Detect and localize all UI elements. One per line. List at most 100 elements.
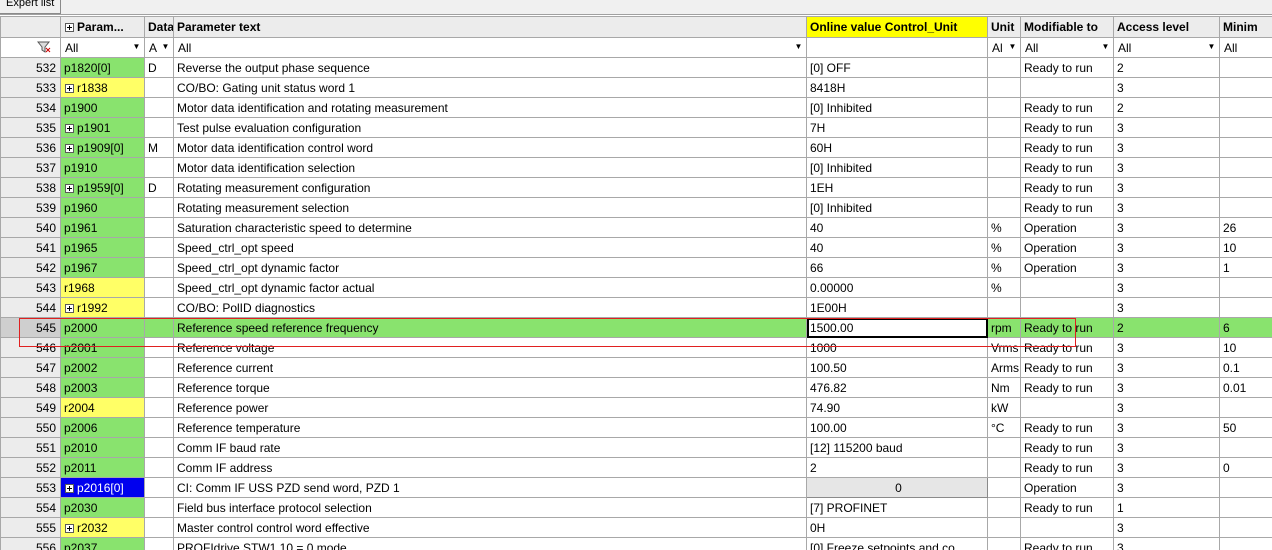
online-value[interactable]: 0H <box>806 517 988 538</box>
param-number[interactable]: p1959[0] <box>60 177 145 198</box>
table-row[interactable]: 555 r2032 Master control control word effe… <box>0 517 1272 538</box>
filter-minimum[interactable]: All <box>1219 37 1272 58</box>
expand-all-icon[interactable] <box>65 23 74 32</box>
online-value[interactable]: [0] Inhibited <box>806 97 988 118</box>
online-value[interactable]: 40 <box>806 217 988 238</box>
expand-icon[interactable] <box>65 483 74 493</box>
online-value[interactable]: 60H <box>806 137 988 158</box>
expand-icon[interactable] <box>65 303 74 313</box>
table-row[interactable]: 548 p2003 Reference torque 476.82 Nm Ready to… <box>0 377 1272 398</box>
table-row[interactable]: 542 p1967 Speed_ctrl_opt dynamic factor 66%… <box>0 257 1272 278</box>
param-number[interactable]: p2002 <box>60 357 145 378</box>
table-row[interactable]: 537 p1910 Motor data identification select… <box>0 157 1272 178</box>
table-row[interactable]: 546 p2001 Reference voltage 1000 Vrms Ready t… <box>0 337 1272 358</box>
online-value[interactable]: 1E00H <box>806 297 988 318</box>
online-value[interactable]: 2 <box>806 457 988 478</box>
online-value[interactable]: 8418H <box>806 77 988 98</box>
online-value[interactable]: 40 <box>806 237 988 258</box>
table-row[interactable]: 536 p1909[0] M Motor data identification co… <box>0 137 1272 158</box>
param-number[interactable]: p1965 <box>60 237 145 258</box>
online-value[interactable]: 476.82 <box>806 377 988 398</box>
online-value[interactable]: 100.50 <box>806 357 988 378</box>
online-value[interactable]: [7] PROFINET <box>806 497 988 518</box>
expand-icon[interactable] <box>65 523 74 533</box>
tab-expert-list[interactable]: Expert list <box>0 0 62 14</box>
filter-online-value[interactable] <box>806 37 988 58</box>
filter-data[interactable]: A ▼ <box>144 37 174 58</box>
online-value[interactable]: [0] Inhibited <box>806 197 988 218</box>
table-row[interactable]: 551 p2010 Comm IF baud rate [12] 115200 bau… <box>0 437 1272 458</box>
param-number[interactable]: p2001 <box>60 337 145 358</box>
filter-text[interactable]: All ▼ <box>173 37 807 58</box>
expand-icon[interactable] <box>65 143 74 153</box>
header-param[interactable]: Param... <box>60 16 145 38</box>
param-number[interactable]: r2004 <box>60 397 145 418</box>
table-row[interactable]: 547 p2002 Reference current 100.50 Arms Ready… <box>0 357 1272 378</box>
online-value[interactable]: [0] Freeze setpoints and co <box>806 537 988 550</box>
param-number[interactable]: p2006 <box>60 417 145 438</box>
param-number[interactable]: p1909[0] <box>60 137 145 158</box>
param-number[interactable]: r1968 <box>60 277 145 298</box>
table-row[interactable]: 554 p2030 Field bus interface protocol sel… <box>0 497 1272 518</box>
online-value[interactable]: [0] Inhibited <box>806 157 988 178</box>
param-number[interactable]: p2003 <box>60 377 145 398</box>
param-number[interactable]: r1838 <box>60 77 145 98</box>
chevron-down-icon[interactable]: ▼ <box>1206 41 1217 54</box>
param-number[interactable]: p1967 <box>60 257 145 278</box>
param-number[interactable]: p1960 <box>60 197 145 218</box>
header-online-value[interactable]: Online value Control_Unit <box>806 16 988 38</box>
table-row[interactable]: 549 r2004 Reference power 74.90 kW 3 <box>0 397 1272 418</box>
filter-clear-cell[interactable] <box>0 37 61 58</box>
param-number[interactable]: p2011 <box>60 457 145 478</box>
header-minimum[interactable]: Minim <box>1219 16 1272 38</box>
chevron-down-icon[interactable]: ▼ <box>793 41 804 54</box>
param-number[interactable]: p2000 <box>60 317 145 338</box>
param-number[interactable]: p1820[0] <box>60 57 145 78</box>
param-number[interactable]: r1992 <box>60 297 145 318</box>
online-value[interactable]: 7H <box>806 117 988 138</box>
online-value[interactable]: 1000 <box>806 337 988 358</box>
chevron-down-icon[interactable]: ▼ <box>160 41 171 54</box>
table-row[interactable]: 539 p1960 Rotating measurement selection [0… <box>0 197 1272 218</box>
param-number[interactable]: r2032 <box>60 517 145 538</box>
online-value[interactable]: 0.00000 <box>806 277 988 298</box>
table-row[interactable]: 552 p2011 Comm IF address 2 Ready to run 3 0 <box>0 457 1272 478</box>
param-number[interactable]: p2010 <box>60 437 145 458</box>
online-value[interactable]: 1500.00 <box>806 317 988 338</box>
param-number[interactable]: p2016[0] <box>60 477 145 498</box>
chevron-down-icon[interactable]: ▼ <box>1007 41 1018 54</box>
online-value[interactable]: 1EH <box>806 177 988 198</box>
param-number[interactable]: p1910 <box>60 157 145 178</box>
expand-icon[interactable] <box>65 83 74 93</box>
filter-unit[interactable]: Al ▼ <box>987 37 1021 58</box>
table-row[interactable]: 533 r1838 CO/BO: Gating unit status word 1… <box>0 77 1272 98</box>
expand-icon[interactable] <box>65 123 74 133</box>
filter-param[interactable]: All ▼ <box>60 37 145 58</box>
chevron-down-icon[interactable]: ▼ <box>131 41 142 54</box>
table-row[interactable]: 532 p1820[0] D Reverse the output phase seq… <box>0 57 1272 78</box>
filter-funnel-icon[interactable] <box>37 41 51 53</box>
param-number[interactable]: p1900 <box>60 97 145 118</box>
online-value[interactable]: [0] OFF <box>806 57 988 78</box>
table-row[interactable]: 543 r1968 Speed_ctrl_opt dynamic factor ac… <box>0 277 1272 298</box>
table-row[interactable]: 550 p2006 Reference temperature 100.00 °C Rea… <box>0 417 1272 438</box>
param-number[interactable]: p2030 <box>60 497 145 518</box>
table-row[interactable]: 556 p2037 PROFIdrive STW1.10 = 0 mode [0] F… <box>0 537 1272 550</box>
header-parameter-text[interactable]: Parameter text <box>173 16 807 38</box>
header-access-level[interactable]: Access level <box>1113 16 1220 38</box>
table-row[interactable]: 553 p2016[0] CI: Comm IF USS PZD send word… <box>0 477 1272 498</box>
table-row[interactable]: 540 p1961 Saturation characteristic speed … <box>0 217 1272 238</box>
online-value[interactable]: 74.90 <box>806 397 988 418</box>
param-number[interactable]: p1961 <box>60 217 145 238</box>
table-row[interactable]: 544 r1992 CO/BO: PolID diagnostics 1E00H 3 <box>0 297 1272 318</box>
chevron-down-icon[interactable]: ▼ <box>1100 41 1111 54</box>
expand-icon[interactable] <box>65 183 74 193</box>
online-value[interactable]: [12] 115200 baud <box>806 437 988 458</box>
filter-access[interactable]: All ▼ <box>1113 37 1220 58</box>
online-value[interactable]: 100.00 <box>806 417 988 438</box>
online-value[interactable]: 66 <box>806 257 988 278</box>
header-data[interactable]: Data <box>144 16 174 38</box>
table-row[interactable]: 538 p1959[0] D Rotating measurement configu… <box>0 177 1272 198</box>
filter-modifiable[interactable]: All ▼ <box>1020 37 1114 58</box>
table-row[interactable]: 545 p2000 Reference speed reference freque… <box>0 317 1272 338</box>
